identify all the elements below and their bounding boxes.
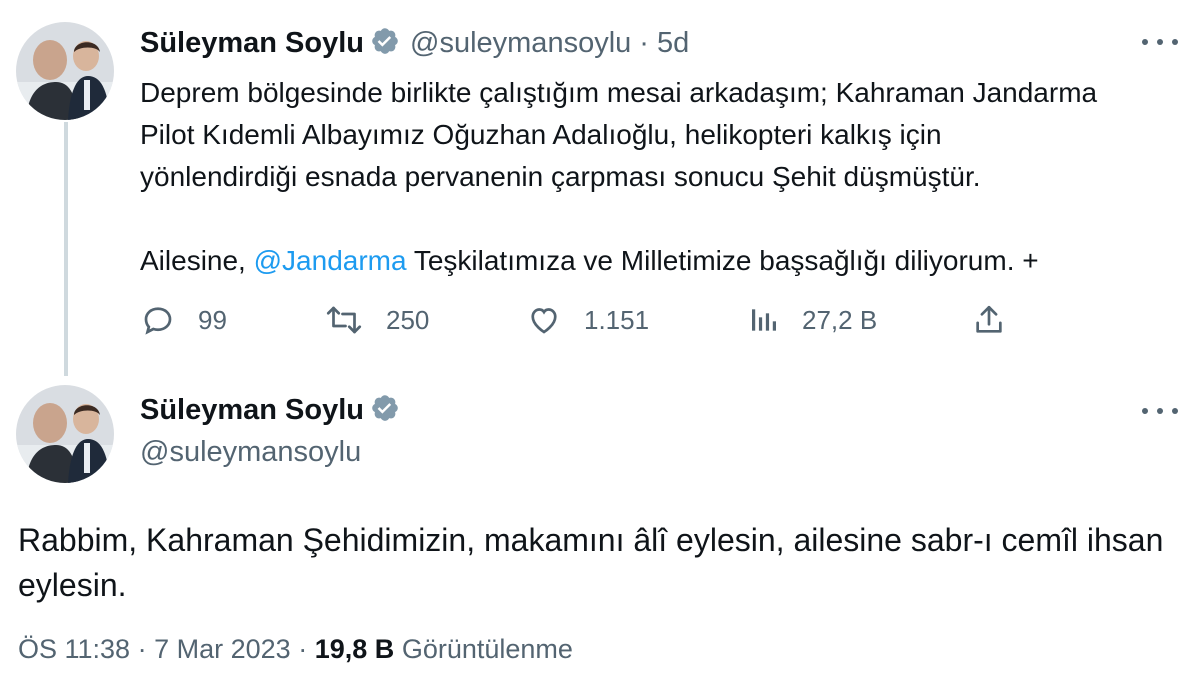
share-icon [972,303,1006,337]
tweet-text: Rabbim, Kahraman Şehidimizin, makamını â… [18,522,1164,603]
tweet-time[interactable]: ÖS 11:38 [18,634,130,664]
tweet-text-line: yönlendirdiği esnada pervanenin çarpması… [140,161,981,192]
view-count: 27,2 B [802,304,878,335]
like-count: 1.151 [584,304,650,335]
separator-dot: · [639,27,649,59]
reply-count: 99 [198,304,227,335]
verified-badge-icon [370,26,400,61]
verified-badge-icon [370,393,400,428]
tweet2-header: Süleyman Soylu [140,393,400,428]
reply-button[interactable]: 99 [140,300,227,340]
separator-dot: · [298,634,308,664]
like-button[interactable]: 1.151 [526,300,649,340]
timestamp[interactable]: 5d [657,27,689,60]
thread-line [64,122,68,376]
analytics-icon [748,304,780,336]
retweet-button[interactable]: 250 [324,300,429,340]
tweet1-header: Süleyman Soylu @suleymansoylu · 5d [140,26,689,61]
more-icon[interactable] [1142,401,1178,421]
avatar[interactable] [16,385,114,483]
views-button[interactable]: 27,2 B [748,300,877,340]
tweet-meta: ÖS 11:38 · 7 Mar 2023 · 19,8 B Görüntüle… [18,634,573,665]
more-icon[interactable] [1142,32,1178,52]
view-count: 19,8 B [314,634,395,664]
author-handle[interactable]: @suleymansoylu [410,27,631,60]
share-button[interactable] [972,300,1006,340]
tweet-actions: 99 250 1.151 27,2 B [140,300,1020,340]
mention-link[interactable]: @Jandarma [254,245,407,276]
tweet-text-line: Ailesine, @Jandarma Teşkilatımıza ve Mil… [140,240,1180,282]
avatar[interactable] [16,22,114,120]
retweet-count: 250 [386,304,430,335]
author-name[interactable]: Süleyman Soylu [140,27,364,60]
text-segment: Ailesine, [140,245,254,276]
separator-dot: · [137,634,147,664]
tweet-text: Deprem bölgesinde birlikte çalıştığım me… [140,72,1180,282]
retweet-icon [324,302,364,338]
author-handle[interactable]: @suleymansoylu [140,436,361,469]
views-label: Görüntülenme [401,634,573,664]
tweet-text-line: Pilot Kıdemli Albayımız Oğuzhan Adalıoğl… [140,119,942,150]
text-segment: Teşkilatımıza ve Milletimize başsağlığı … [406,245,1039,276]
reply-icon [140,302,176,338]
tweet-text-line: Deprem bölgesinde birlikte çalıştığım me… [140,77,1098,108]
tweet-date[interactable]: 7 Mar 2023 [154,634,291,664]
author-name[interactable]: Süleyman Soylu [140,394,364,427]
heart-icon [526,302,562,338]
